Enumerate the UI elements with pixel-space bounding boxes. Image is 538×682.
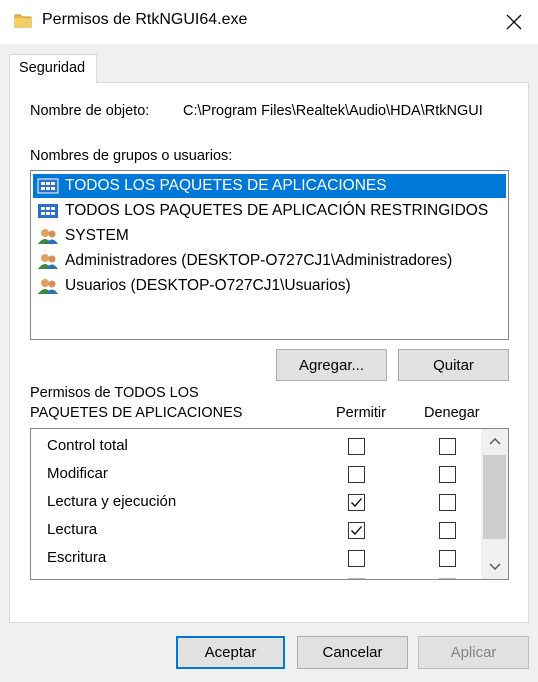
users-group-icon [38,279,58,294]
group-item-label: TODOS LOS PAQUETES DE APLICACIONES [65,177,387,194]
allow-checkbox[interactable] [348,438,365,455]
close-icon [506,14,522,30]
permission-name: Escritura [47,549,107,566]
add-button[interactable]: Agregar... [276,349,387,381]
group-item-label: TODOS LOS PAQUETES DE APLICACIÓN RESTRIN… [65,202,489,219]
deny-checkbox[interactable] [439,438,456,455]
permission-row-partial [31,573,482,579]
group-item-administrators[interactable]: Administradores (DESKTOP-O727CJ1\Adminis… [33,249,506,273]
cancel-button[interactable]: Cancelar [297,636,408,669]
allow-checkbox[interactable] [348,494,365,511]
remove-button[interactable]: Quitar [398,349,509,381]
tab-security[interactable]: Seguridad [9,54,97,83]
folder-icon [14,12,32,28]
group-item-label: SYSTEM [65,227,129,244]
permission-row-write: Escritura [31,545,482,573]
scroll-up-button[interactable] [481,429,508,453]
permissions-title-line1: Permisos de TODOS LOS [30,385,199,401]
permissions-list: Control total Modificar Lectura y ejecuc… [30,428,509,580]
groups-list[interactable]: TODOS LOS PAQUETES DE APLICACIONES TODOS… [30,170,509,340]
users-group-icon [38,254,58,269]
deny-column-header: Denegar [424,405,480,421]
close-button[interactable] [492,4,536,40]
group-item-label: Administradores (DESKTOP-O727CJ1\Adminis… [65,252,453,269]
users-group-icon [38,229,58,244]
group-item-system[interactable]: SYSTEM [33,224,506,248]
checkmark-icon [351,498,362,507]
tab-security-label: Seguridad [19,60,86,76]
group-item-label: Usuarios (DESKTOP-O727CJ1\Usuarios) [65,277,351,294]
deny-checkbox[interactable] [439,550,456,567]
allow-checkbox[interactable] [348,550,365,567]
chevron-down-icon [489,563,500,570]
permission-name: Lectura y ejecución [47,493,177,510]
checkmark-icon [351,526,362,535]
app-packages-icon [38,204,58,218]
scroll-thumb[interactable] [483,455,506,539]
permission-row-full-control: Control total [31,433,482,461]
allow-checkbox[interactable] [348,522,365,539]
deny-checkbox[interactable] [439,522,456,539]
permission-name: Control total [47,437,128,454]
groups-label: Nombres de grupos o usuarios: [30,148,233,164]
deny-checkbox[interactable] [439,578,456,579]
deny-checkbox[interactable] [439,466,456,483]
apply-button[interactable]: Aplicar [418,636,529,669]
group-item-all-app-packages[interactable]: TODOS LOS PAQUETES DE APLICACIONES [33,174,506,198]
allow-checkbox[interactable] [348,466,365,483]
allow-checkbox[interactable] [348,578,365,579]
scroll-down-button[interactable] [481,555,508,579]
ok-button[interactable]: Aceptar [176,636,285,669]
deny-checkbox[interactable] [439,494,456,511]
window-title: Permisos de RtkNGUI64.exe [42,11,248,28]
app-packages-icon [37,178,59,194]
chevron-up-icon [489,438,500,445]
permission-name: Lectura [47,521,98,538]
permission-row-read-execute: Lectura y ejecución [31,489,482,517]
permission-row-modify: Modificar [31,461,482,489]
object-name-value: C:\Program Files\Realtek\Audio\HDA\RtkNG… [183,103,483,119]
group-item-restricted-app-packages[interactable]: TODOS LOS PAQUETES DE APLICACIÓN RESTRIN… [33,199,506,223]
object-name-label: Nombre de objeto: [30,103,150,119]
permissions-title-line2: PAQUETES DE APLICACIONES [30,405,243,421]
permission-row-read: Lectura [31,517,482,545]
group-item-users[interactable]: Usuarios (DESKTOP-O727CJ1\Usuarios) [33,274,506,298]
permission-name: Modificar [47,465,108,482]
allow-column-header: Permitir [336,405,386,421]
